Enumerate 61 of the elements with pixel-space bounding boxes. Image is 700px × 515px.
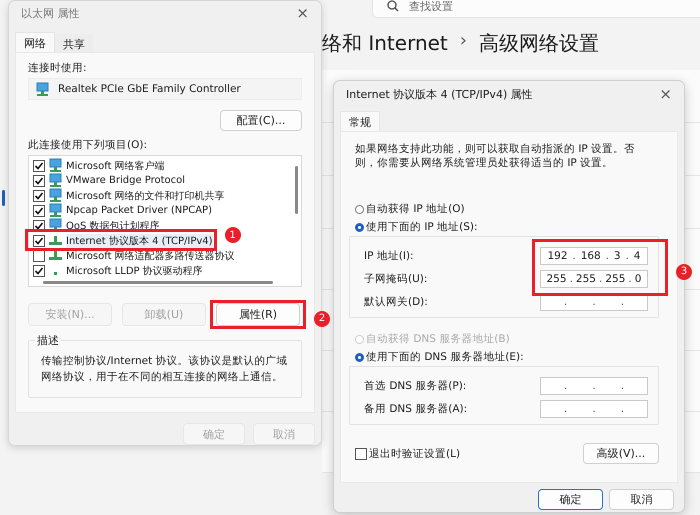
field-label: 备用 DNS 服务器(A): [364, 402, 468, 416]
checkbox-label[interactable]: 退出时验证设置(L) [369, 446, 460, 460]
radio-circle[interactable] [355, 352, 364, 362]
network-client-icon [48, 203, 63, 218]
list-item[interactable]: Microsoft 网络适配器多路传送器协议 [66, 248, 235, 263]
window-title: Internet 协议版本 4 (TCP/IPv4) 属性 [346, 86, 533, 102]
window-title: 以太网 属性 [21, 6, 80, 22]
network-client-icon [48, 158, 63, 174]
list-item[interactable]: VMware Bridge Protocol [66, 175, 186, 186]
field-label: IP 地址(I): [364, 249, 414, 263]
radio-option[interactable]: 使用下面的 DNS 服务器地址(E): [355, 348, 524, 366]
list-item[interactable]: Microsoft 网络客户端 [66, 158, 165, 173]
list-item[interactable]: Microsoft LLDP 协议驱动程序 [66, 264, 203, 278]
radio-option[interactable]: 使用下面的 IP 地址(S): [355, 218, 478, 236]
field-label: 首选 DNS 服务器(P): [364, 379, 466, 393]
list-item[interactable]: Internet 协议版本 4 (TCP/IPv4) [66, 234, 213, 248]
nav-selection-indicator [2, 190, 5, 206]
scrollbar-thumb[interactable] [43, 281, 273, 284]
checkbox[interactable] [33, 190, 45, 202]
radio-circle[interactable] [355, 204, 364, 214]
checkbox[interactable] [33, 160, 45, 172]
dialog-button[interactable]: 确定 [538, 489, 603, 510]
list-item[interactable]: Microsoft 网络的文件和打印机共享 [66, 188, 225, 203]
tab[interactable]: 网络 [15, 32, 55, 52]
breadcrumb-title[interactable]: 络和 Internet [322, 30, 448, 57]
network-client-icon [48, 188, 63, 204]
list-item[interactable]: Npcap Packet Driver (NPCAP) [66, 205, 212, 216]
group-title: 描述 [35, 333, 61, 348]
radio-circle[interactable] [355, 222, 364, 232]
scrollbar-thumb[interactable] [295, 166, 298, 214]
ip-address-field[interactable]: . . . [540, 400, 648, 418]
ip-address-field[interactable]: . . . [540, 377, 648, 395]
checkbox[interactable] [33, 264, 45, 277]
network-client-icon [48, 173, 63, 188]
checkbox[interactable] [33, 234, 45, 247]
advanced-button[interactable]: 高级(V)... [583, 443, 659, 464]
field-label: 此连接使用下列项目(O): [28, 138, 148, 152]
adapter-name: Realtek PCIe GbE Family Controller [58, 83, 241, 96]
breadcrumb-separator: › [460, 30, 467, 53]
intro-text: 如果网络支持此功能，则可以获取自动指派的 IP 设置。否则，你需要从网络系统管理员处获得适当的 IP 设置。 [355, 142, 636, 170]
ip-address-field[interactable]: 255 . 255 . 255 . 0 [540, 270, 648, 288]
field-label: 连接时使用: [28, 61, 88, 76]
checkbox[interactable] [355, 448, 367, 460]
search-field[interactable]: 查找设置 [372, 0, 700, 18]
breadcrumb-title: 高级网络设置 [478, 30, 599, 57]
checkbox[interactable] [33, 204, 45, 217]
radio-option[interactable]: 自动获得 IP 地址(O) [355, 200, 465, 218]
field-label: 默认网关(D): [364, 295, 428, 309]
search-icon [387, 0, 399, 12]
network-client-icon [35, 82, 50, 97]
configure-button[interactable]: 配置(C)... [220, 110, 302, 132]
close-button[interactable]: × [657, 86, 674, 102]
network-protocol-icon [54, 272, 57, 275]
field-label: 子网掩码(U): [364, 272, 428, 286]
ip-address-field[interactable]: 192 . 168 . 3 . 4 [540, 247, 648, 265]
description-text: 传输控制协议/Internet 协议。该协议是默认的广域网络协议，用于在不同的相互连接的网络上通信。 [41, 354, 289, 386]
dialog-button[interactable]: 属性(R) [216, 303, 300, 326]
checkbox[interactable] [33, 174, 45, 187]
tab[interactable]: 常规 [340, 111, 380, 131]
close-button[interactable]: × [294, 6, 311, 22]
dialog-button[interactable]: 取消 [609, 489, 674, 510]
